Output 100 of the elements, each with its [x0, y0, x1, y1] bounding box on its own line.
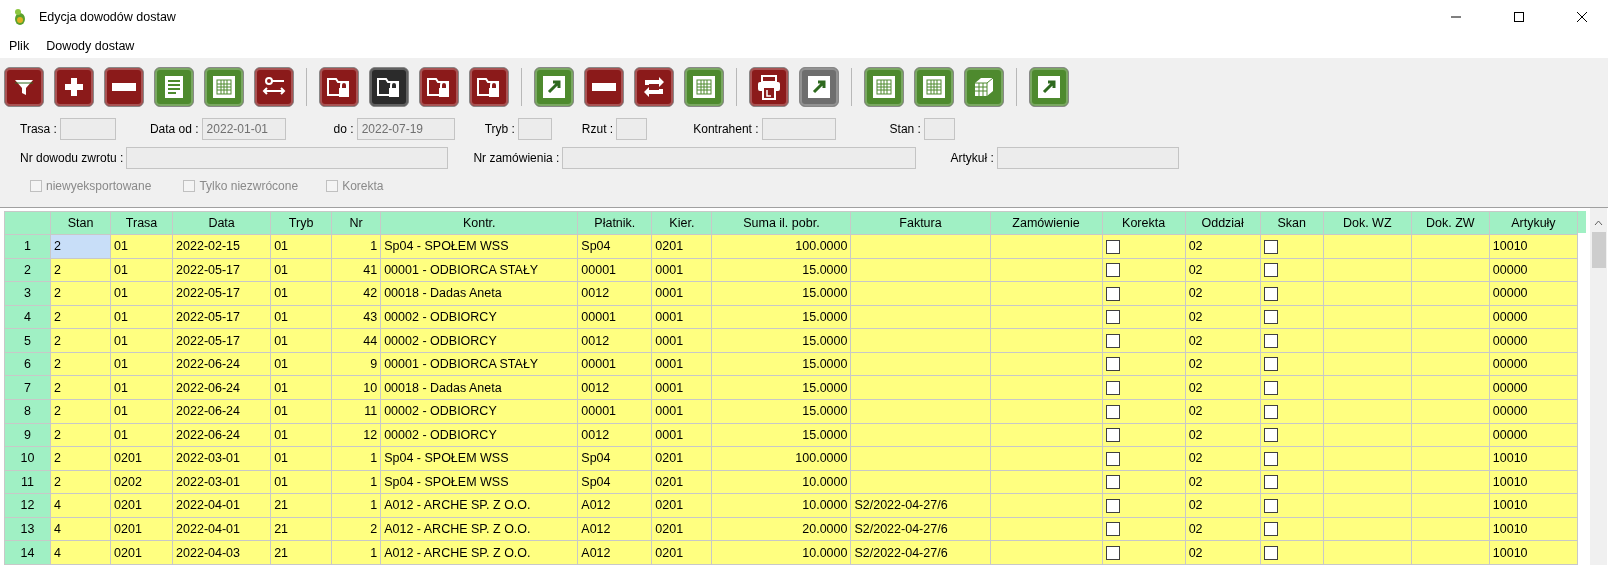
toolbar-button[interactable]	[419, 67, 459, 107]
row-number[interactable]: 3	[4, 281, 51, 306]
column-header[interactable]: Tryb	[270, 211, 332, 235]
row-number[interactable]: 11	[4, 470, 51, 494]
row-number[interactable]: 9	[4, 423, 51, 447]
input-field[interactable]: 2022-07-19	[356, 118, 455, 140]
checkbox[interactable]	[1263, 451, 1278, 466]
column-header[interactable]: Data	[172, 211, 271, 235]
checkbox[interactable]	[1105, 498, 1120, 513]
checkbox[interactable]	[1105, 286, 1120, 301]
toolbar-button[interactable]	[1029, 67, 1069, 107]
input-field[interactable]	[616, 118, 648, 140]
input-field[interactable]	[126, 147, 449, 169]
input-field[interactable]: 2022-01-01	[201, 118, 286, 140]
scroll-up-icon[interactable]	[1594, 220, 1603, 226]
row-number[interactable]: 13	[4, 517, 51, 541]
checkbox[interactable]	[1263, 333, 1278, 348]
checkbox[interactable]	[183, 180, 196, 192]
checkbox[interactable]	[1263, 357, 1278, 372]
checkbox[interactable]	[1105, 357, 1120, 372]
close-icon[interactable]	[1576, 10, 1588, 23]
column-header[interactable]: Kontr.	[380, 211, 578, 235]
checkbox[interactable]	[1263, 498, 1278, 513]
column-header[interactable]: Nr	[331, 211, 381, 235]
checkbox[interactable]	[1105, 428, 1120, 443]
checkbox[interactable]	[1263, 428, 1278, 443]
toolbar-button[interactable]	[534, 67, 574, 107]
column-header[interactable]: Artykuły	[1489, 211, 1578, 235]
toolbar-button[interactable]	[634, 67, 674, 107]
checkbox[interactable]	[1263, 546, 1278, 560]
checkbox[interactable]	[1105, 239, 1120, 254]
checkbox[interactable]	[326, 180, 339, 192]
row-number[interactable]: 6	[4, 352, 51, 376]
toolbar-button[interactable]	[4, 67, 44, 107]
refresh-icon	[642, 76, 666, 98]
checkbox[interactable]	[1263, 263, 1278, 278]
checkbox[interactable]	[1105, 381, 1120, 395]
column-header[interactable]: Kier.	[651, 211, 712, 235]
input-field[interactable]	[996, 147, 1179, 169]
row-number[interactable]: 2	[4, 258, 51, 282]
column-header[interactable]: Faktura	[850, 211, 991, 235]
printer-icon	[756, 74, 782, 100]
toolbar-button[interactable]	[749, 67, 789, 107]
toolbar-button[interactable]	[104, 67, 144, 107]
table-icon	[872, 75, 896, 99]
row-number[interactable]: 1	[4, 234, 51, 259]
checkbox[interactable]	[1263, 475, 1278, 490]
checkbox[interactable]	[30, 180, 42, 192]
checkbox-label: niewyeksportowane	[46, 179, 152, 193]
toolbar-button[interactable]	[584, 67, 624, 107]
checkbox[interactable]	[1263, 522, 1278, 537]
row-number[interactable]: 10	[4, 446, 51, 471]
menu-item[interactable]: Plik	[9, 38, 30, 53]
checkbox[interactable]	[1105, 333, 1120, 348]
checkbox[interactable]	[1263, 310, 1278, 325]
checkbox[interactable]	[1105, 475, 1120, 490]
checkbox[interactable]	[1263, 286, 1278, 301]
checkbox[interactable]	[1263, 404, 1278, 419]
row-number[interactable]: 12	[4, 493, 51, 518]
column-header[interactable]: Płatnik.	[577, 211, 652, 235]
toolbar-button[interactable]	[799, 67, 839, 107]
row-number[interactable]: 7	[4, 375, 51, 400]
maximize-icon[interactable]	[1513, 10, 1525, 23]
column-header[interactable]: Suma il. pobr.	[711, 211, 851, 235]
input-field[interactable]	[562, 147, 917, 169]
row-number[interactable]: 5	[4, 328, 51, 353]
input-field[interactable]	[59, 118, 116, 140]
folder-lock-icon	[426, 75, 452, 99]
toolbar-button[interactable]	[469, 67, 509, 107]
table-cell: 2022-06-24	[172, 375, 271, 400]
input-field[interactable]	[923, 118, 955, 140]
column-header[interactable]: Dok. ZW	[1411, 211, 1490, 235]
column-header[interactable]: Trasa	[110, 211, 173, 235]
checkbox[interactable]	[1263, 381, 1278, 395]
checkbox[interactable]	[1105, 404, 1120, 419]
checkbox[interactable]	[1105, 310, 1120, 325]
checkbox[interactable]	[1263, 239, 1278, 254]
column-header[interactable]: Oddział	[1185, 211, 1261, 235]
table-cell: 2022-02-15	[172, 234, 271, 259]
toolbar-button[interactable]	[319, 67, 359, 107]
checkbox[interactable]	[1105, 263, 1120, 278]
checkbox[interactable]	[1105, 522, 1120, 537]
column-header[interactable]: Skan	[1260, 211, 1324, 235]
toolbar-button[interactable]	[54, 67, 94, 107]
row-number[interactable]: 14	[4, 540, 51, 565]
input-field[interactable]	[517, 118, 552, 140]
input-field[interactable]	[761, 118, 836, 140]
scrollbar[interactable]	[1590, 208, 1607, 565]
toolbar-button[interactable]	[254, 67, 294, 107]
toolbar-button[interactable]	[369, 67, 409, 107]
checkbox[interactable]	[1105, 451, 1120, 466]
column-header[interactable]: Stan	[50, 211, 111, 235]
column-header[interactable]: Korekta	[1102, 211, 1186, 235]
row-number[interactable]: 4	[4, 305, 51, 329]
menu-item[interactable]: Dowody dostaw	[46, 38, 135, 53]
scroll-thumb[interactable]	[1591, 232, 1606, 268]
checkbox[interactable]	[1105, 546, 1120, 560]
row-number[interactable]: 8	[4, 399, 51, 423]
column-header[interactable]: Zamówienie	[990, 211, 1103, 235]
column-header[interactable]: Dok. WZ	[1323, 211, 1412, 235]
